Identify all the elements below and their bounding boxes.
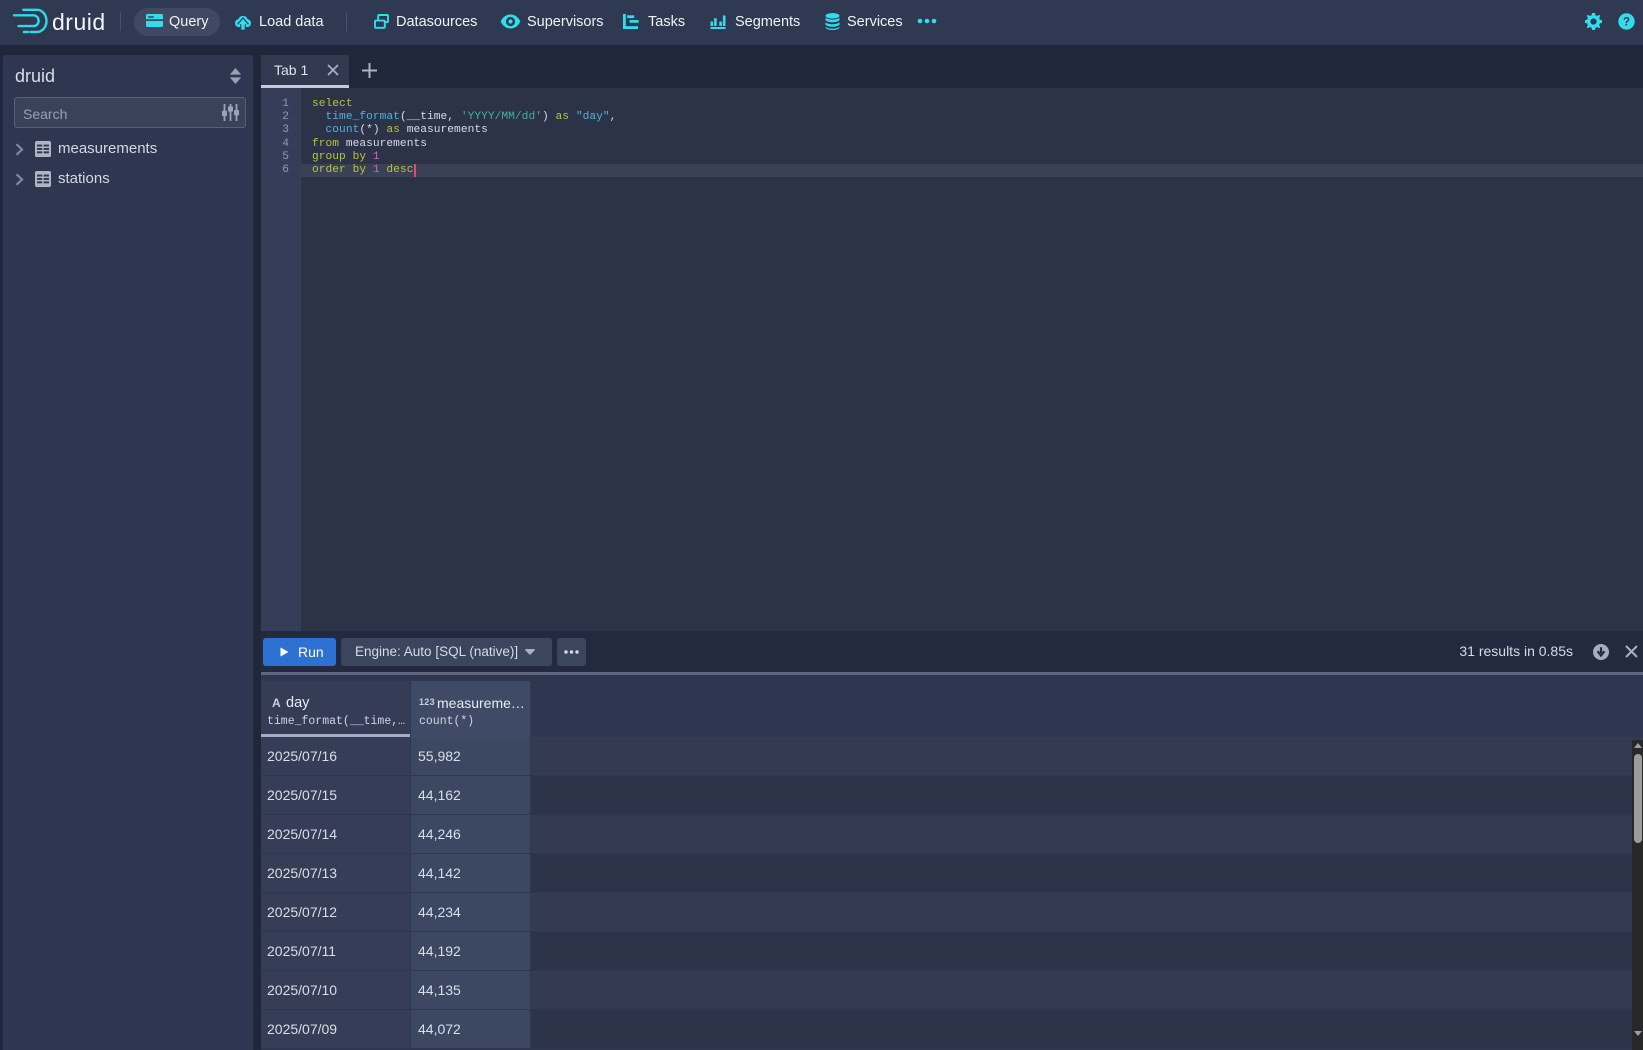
svg-text:?: ? — [1623, 17, 1630, 29]
